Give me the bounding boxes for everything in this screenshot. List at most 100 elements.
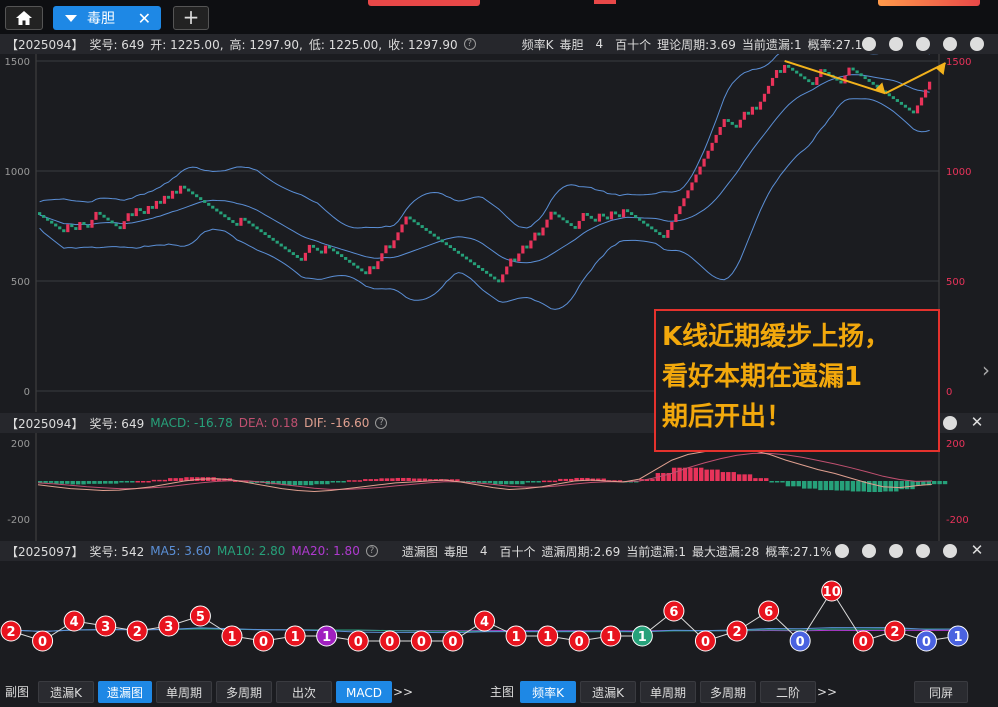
k-candle[interactable] xyxy=(613,211,618,215)
k-candle[interactable] xyxy=(601,213,606,217)
k-candle[interactable] xyxy=(734,124,738,128)
tab-dudan[interactable]: 毒胆 ✕ xyxy=(53,6,161,30)
k-candle[interactable] xyxy=(706,150,710,159)
miss-up-icon[interactable] xyxy=(889,544,903,558)
k-candle[interactable] xyxy=(352,262,356,266)
sub-multi-period-button[interactable]: 多周期 xyxy=(216,681,272,703)
k-candle[interactable] xyxy=(408,216,412,220)
k-candle[interactable] xyxy=(549,211,553,220)
k-candle[interactable] xyxy=(529,240,533,249)
k-candle[interactable] xyxy=(565,220,569,224)
k-candle[interactable] xyxy=(106,217,110,221)
k-candle[interactable] xyxy=(58,226,62,230)
k-candle[interactable] xyxy=(344,257,348,260)
k-candle[interactable] xyxy=(557,214,561,218)
k-candle[interactable] xyxy=(66,224,70,233)
k-candle[interactable] xyxy=(303,252,308,261)
k-candle[interactable] xyxy=(203,200,207,203)
k-candle[interactable] xyxy=(485,270,489,274)
k-candle[interactable] xyxy=(368,266,372,275)
k-candle[interactable] xyxy=(82,222,86,225)
k-candle[interactable] xyxy=(191,191,195,195)
k-candle[interactable] xyxy=(561,217,565,221)
k-candle[interactable] xyxy=(110,220,114,224)
k-candle[interactable] xyxy=(541,227,545,236)
promo-banner-right[interactable] xyxy=(878,0,980,6)
k-candle[interactable] xyxy=(770,77,775,86)
k-candle[interactable] xyxy=(617,214,622,218)
k-candle[interactable] xyxy=(452,248,457,251)
sub-miss-k-button[interactable]: 遗漏K xyxy=(38,681,94,703)
k-candle[interactable] xyxy=(174,190,179,194)
k-candle[interactable] xyxy=(114,223,118,227)
miss-close-icon[interactable]: ✕ xyxy=(970,543,984,558)
k-candle[interactable] xyxy=(420,225,424,228)
k-candle[interactable] xyxy=(537,232,541,236)
k-candle[interactable] xyxy=(903,104,908,108)
k-candle[interactable] xyxy=(533,232,537,241)
k-candle[interactable] xyxy=(235,222,239,226)
k-candle[interactable] xyxy=(182,185,187,189)
k-candle[interactable] xyxy=(74,227,78,230)
close-icon[interactable]: ✕ xyxy=(138,9,151,28)
miss-pin-icon[interactable] xyxy=(835,544,849,558)
same-screen-button[interactable]: 同屏 xyxy=(914,681,968,703)
k-candle[interactable] xyxy=(94,211,98,220)
k-candle[interactable] xyxy=(440,239,444,243)
promo-banner[interactable] xyxy=(368,0,480,6)
miss-help-icon[interactable]: ? xyxy=(365,545,378,557)
k-candle[interactable] xyxy=(299,257,303,261)
sub-miss-chart-button[interactable]: 遗漏图 xyxy=(98,681,152,703)
k-candle[interactable] xyxy=(589,215,593,219)
chevron-right-icon[interactable]: › xyxy=(982,358,990,382)
miss-back-icon[interactable] xyxy=(862,544,876,558)
tab-dropdown-icon[interactable] xyxy=(65,14,77,22)
k-candle[interactable] xyxy=(424,227,428,231)
k-candle[interactable] xyxy=(505,266,509,275)
k-candle[interactable] xyxy=(625,209,630,213)
k-candle[interactable] xyxy=(646,223,650,227)
k-candle[interactable] xyxy=(666,229,670,238)
k-candle[interactable] xyxy=(795,70,799,74)
k-candle[interactable] xyxy=(799,73,803,77)
k-candle[interactable] xyxy=(783,64,787,73)
gear-icon[interactable] xyxy=(970,37,984,51)
k-candle[interactable] xyxy=(509,258,513,267)
home-button[interactable] xyxy=(5,6,43,30)
k-candle[interactable] xyxy=(654,229,658,233)
miss-down-icon[interactable] xyxy=(916,544,930,558)
k-candle[interactable] xyxy=(674,214,678,223)
k-candle[interactable] xyxy=(360,268,364,272)
k-candle[interactable] xyxy=(686,190,690,199)
k-candle[interactable] xyxy=(166,195,171,199)
k-candle[interactable] xyxy=(142,211,146,214)
k-candle[interactable] xyxy=(585,213,589,216)
k-candle[interactable] xyxy=(102,214,106,218)
k-candle[interactable] xyxy=(336,251,340,255)
k-candle[interactable] xyxy=(62,229,66,233)
k-candle[interactable] xyxy=(251,223,255,227)
k-candle[interactable] xyxy=(690,182,694,191)
k-candle[interactable] xyxy=(364,271,368,275)
k-candle[interactable] xyxy=(287,249,291,253)
k-candle[interactable] xyxy=(154,200,159,209)
k-candle[interactable] xyxy=(658,232,662,236)
k-candle[interactable] xyxy=(915,105,920,114)
k-candle[interactable] xyxy=(726,119,730,122)
k-candle[interactable] xyxy=(380,253,384,262)
k-candle[interactable] xyxy=(46,217,50,221)
k-candle[interactable] xyxy=(388,245,392,249)
k-candle[interactable] xyxy=(295,255,299,258)
k-candle[interactable] xyxy=(851,67,855,71)
k-candle[interactable] xyxy=(493,276,497,280)
k-candle[interactable] xyxy=(416,222,420,226)
k-candle[interactable] xyxy=(219,211,223,215)
k-candle[interactable] xyxy=(50,220,54,224)
k-candle[interactable] xyxy=(678,206,682,215)
k-candle[interactable] xyxy=(162,195,167,204)
k-candle[interactable] xyxy=(911,110,916,114)
k-candle[interactable] xyxy=(78,222,82,230)
k-candle[interactable] xyxy=(384,245,388,254)
k-candle[interactable] xyxy=(319,250,324,254)
k-candle[interactable] xyxy=(215,208,219,212)
